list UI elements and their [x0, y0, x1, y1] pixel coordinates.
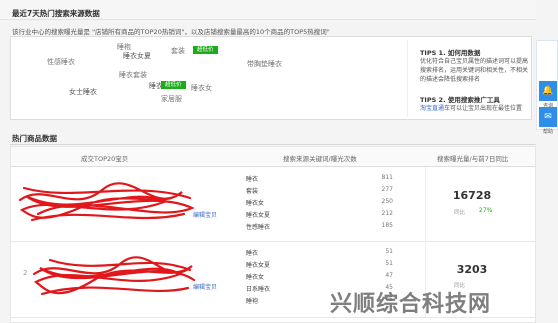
- tip2-link[interactable]: 淘宝直通车: [420, 105, 450, 112]
- tip2-title: TIPS 2. 使用搜索推广工具: [420, 96, 500, 104]
- cloud-word[interactable]: 女士睡衣: [69, 87, 97, 97]
- keyword: 睡衣: [246, 250, 259, 257]
- exposure-value: 16728: [452, 189, 492, 202]
- column-divider: [425, 167, 426, 241]
- keyword: 睡衣女: [246, 274, 265, 281]
- keyword-count: 811: [381, 174, 393, 181]
- keyword: 套装: [246, 188, 259, 195]
- page-description: 该行业中心的搜索曝光量是 "店铺所有商品的TOP20热销词"，以及店铺搜索量最高…: [12, 28, 330, 36]
- table-row: 编辑宝贝 睡衣 811 套装 277 睡衣女 250 睡衣女夏 212 性感睡衣 185 …: [11, 167, 535, 242]
- keyword-count: 277: [381, 186, 393, 193]
- sidebar-label: 帮助: [542, 129, 553, 135]
- keyword-count: 250: [381, 198, 393, 205]
- keyword: 睡衣女夏: [246, 262, 271, 269]
- keyword: 日系睡衣: [246, 286, 271, 293]
- keyword-count: 212: [381, 210, 393, 217]
- tip1-title: TIPS 1. 如何用数据: [420, 49, 481, 57]
- cloud-word[interactable]: 睡衣女: [191, 83, 212, 93]
- bell-icon[interactable]: 🔔: [539, 81, 557, 101]
- row-index: 2: [23, 269, 28, 277]
- chat-icon[interactable]: ✉: [539, 107, 557, 127]
- keyword: 睡衣女夏: [246, 212, 271, 219]
- watermark: 兴顺综合科技网: [330, 292, 492, 317]
- cloud-word[interactable]: 睡衣女夏: [123, 51, 151, 61]
- section-divider: [10, 144, 536, 145]
- tip1-text: 优化符合自己宝贝属性的描述词可以提高搜索排名，运用关键词和相关性，不相关的描述会…: [420, 58, 529, 83]
- cloud-word[interactable]: 睡衣套装: [119, 70, 147, 80]
- right-sidebar: 🔔 咨询 ✉ 帮助: [536, 40, 558, 135]
- exposure-value: 3203: [456, 263, 488, 276]
- edit-item-link[interactable]: 编辑宝贝: [193, 210, 217, 219]
- change-value: 27%: [479, 207, 493, 214]
- hot-badge: 超低价: [161, 81, 186, 89]
- col-product-header: 成交TOP20宝贝: [81, 155, 129, 163]
- keyword: 睡袍: [246, 298, 259, 305]
- keyword-count: 47: [385, 272, 393, 279]
- tips-box: TIPS 1. 如何用数据 优化符合自己宝贝属性的描述词可以提高搜索排名，运用关…: [407, 40, 531, 117]
- section-title: 热门商品数据: [12, 134, 57, 143]
- col-keywords-header: 搜索来源关键词/曝光次数: [283, 155, 357, 163]
- col-exposure-header: 搜索曝光量/与前7日同比: [437, 155, 509, 163]
- keyword: 睡衣女: [246, 200, 265, 207]
- keyword-count: 51: [385, 260, 393, 267]
- edit-item-link[interactable]: 编辑宝贝: [193, 282, 217, 291]
- cloud-word[interactable]: 家居服: [161, 94, 182, 104]
- hot-badge: 超低价: [193, 46, 218, 54]
- cloud-word[interactable]: 性感睡衣: [47, 57, 75, 67]
- page-title: 最近7天热门搜索来源数据: [12, 9, 100, 18]
- table-header: 成交TOP20宝贝 搜索来源关键词/曝光次数 搜索曝光量/与前7日同比: [11, 147, 535, 167]
- cloud-word[interactable]: 带胸垫睡衣: [247, 59, 282, 69]
- keyword-count: 51: [385, 248, 393, 255]
- keyword-cloud-panel: 睡袍 套装 超低价 睡衣女夏 性感睡衣 带胸垫睡衣 睡衣套装 女士睡衣 睡衣女 …: [10, 36, 532, 120]
- keyword: 睡衣: [246, 176, 259, 183]
- change-label: 同比: [454, 210, 466, 216]
- keyword-count: 185: [381, 222, 393, 229]
- cloud-word[interactable]: 套装: [171, 46, 185, 56]
- top-bar: 最近7天热门搜索来源数据: [0, 0, 536, 20]
- keyword: 性感睡衣: [246, 224, 271, 231]
- tip2-text: 可以让宝贝出现在最佳位置: [450, 105, 523, 112]
